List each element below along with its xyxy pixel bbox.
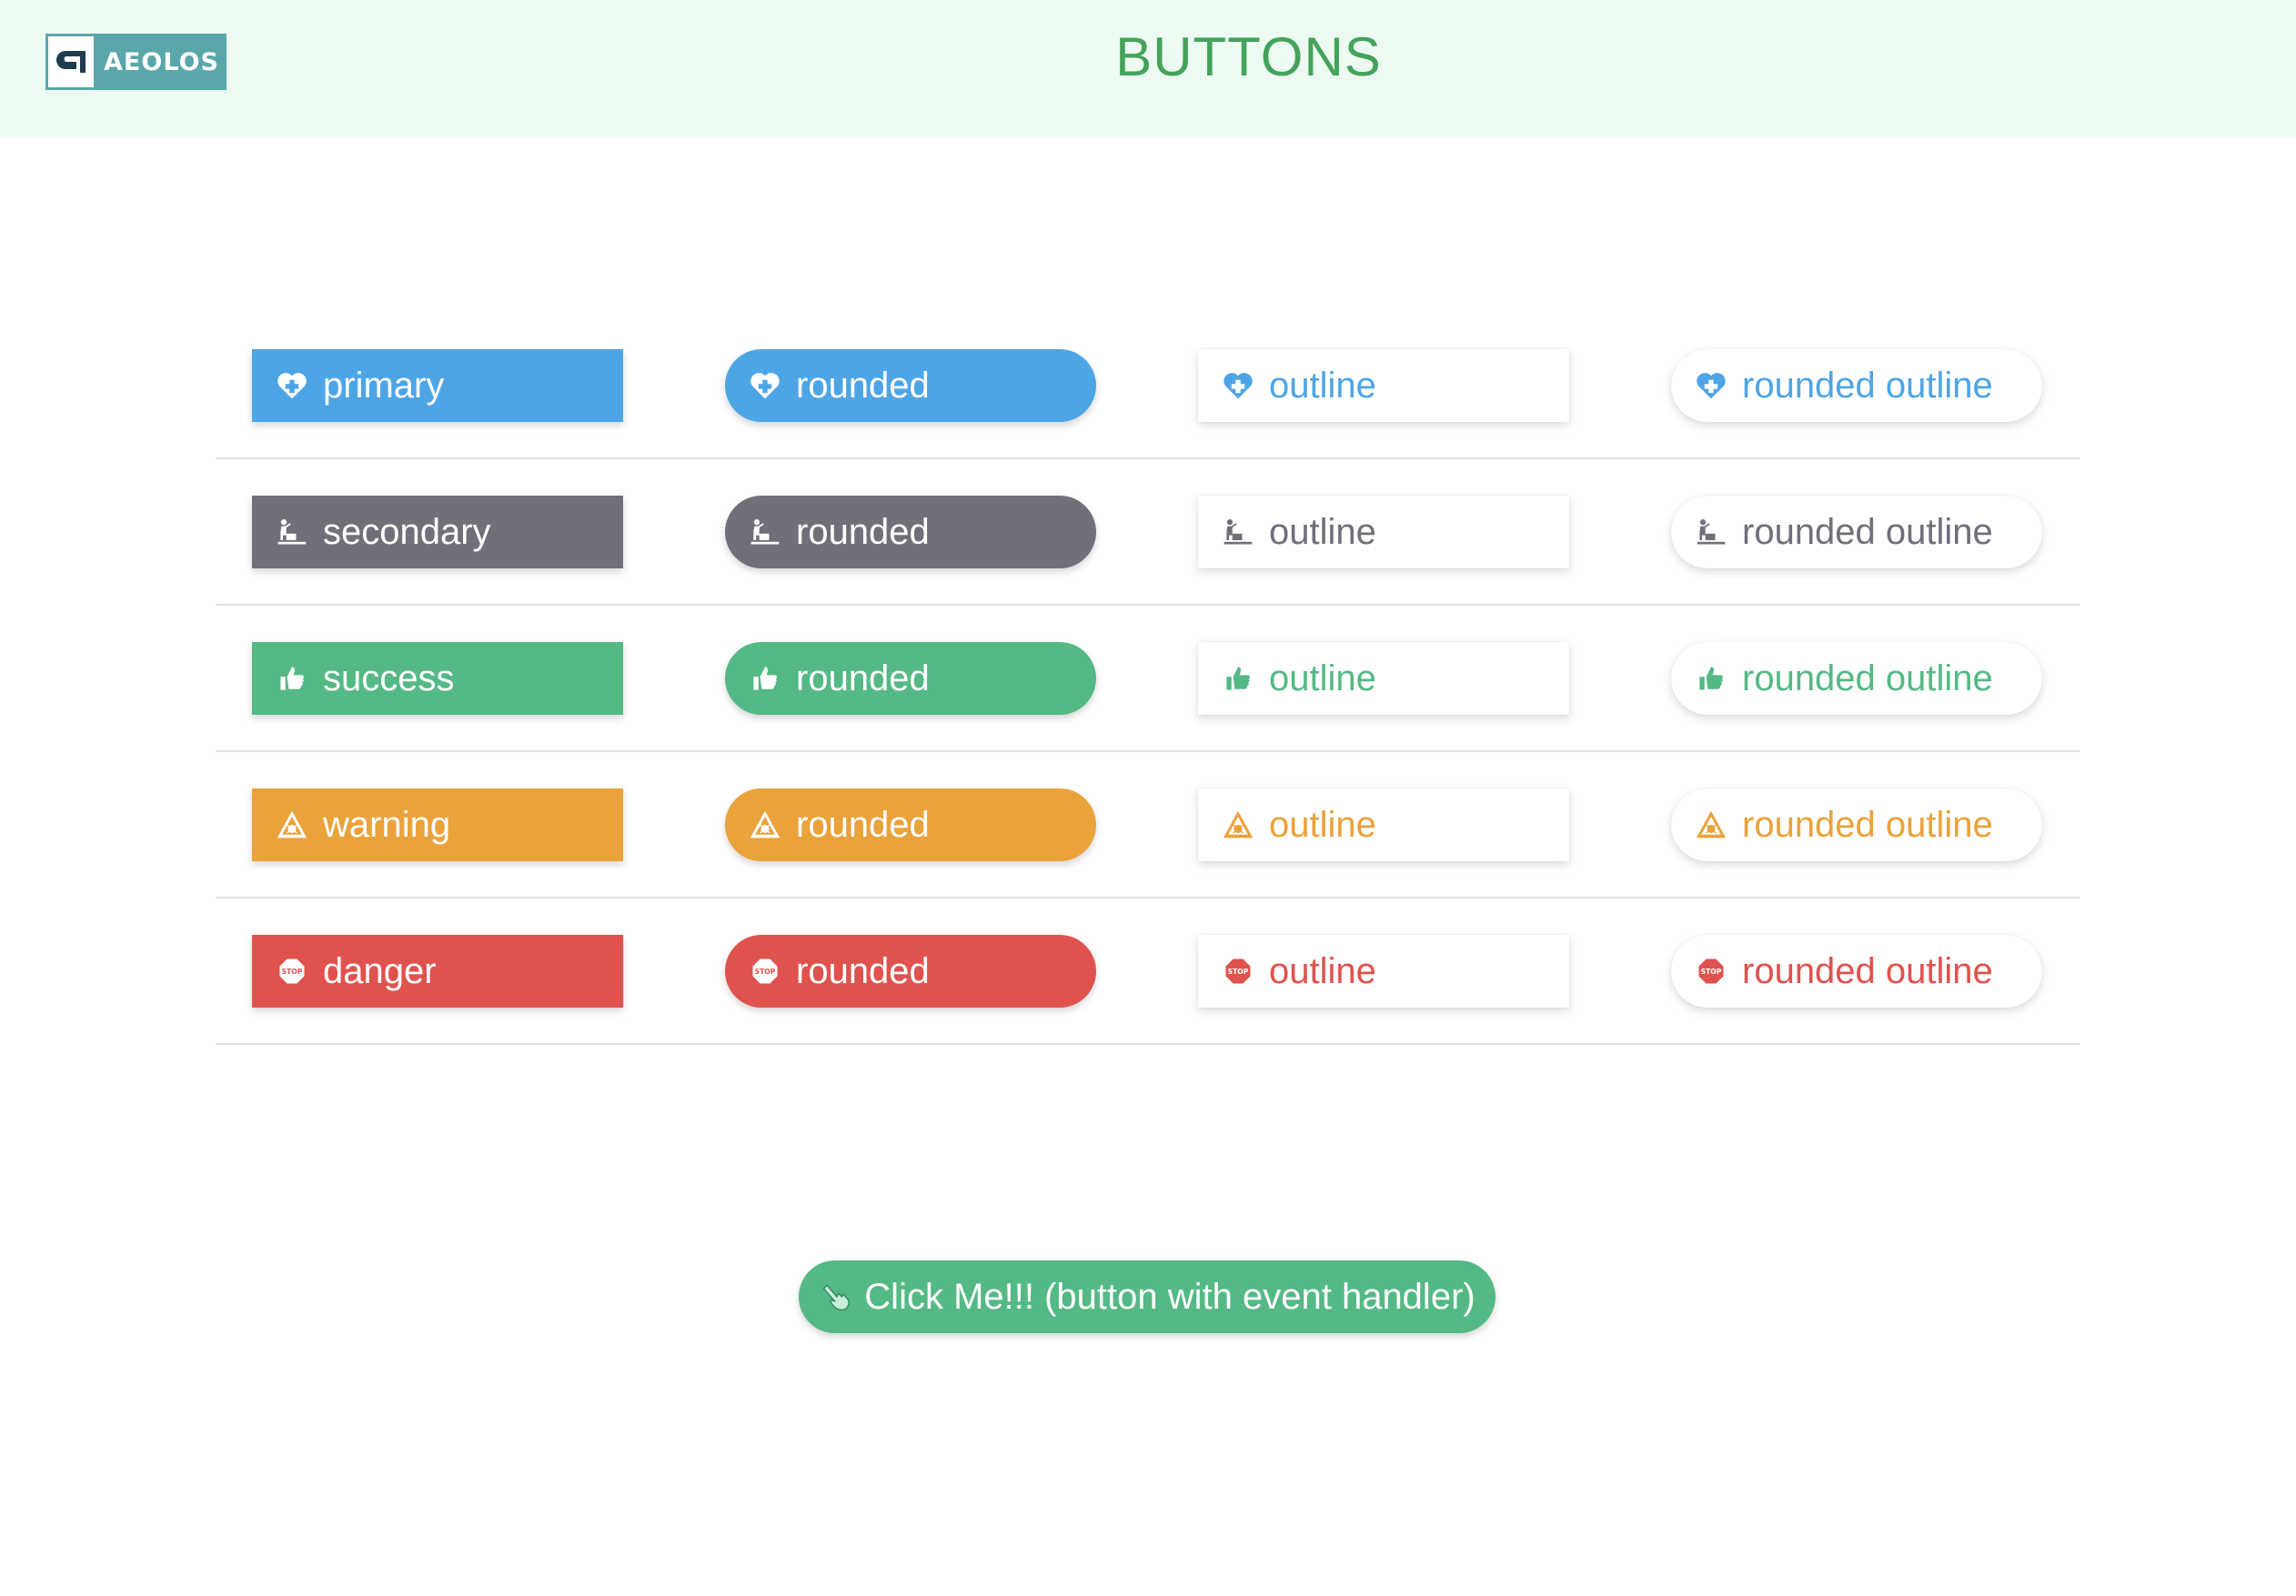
button-row-danger: STOP danger STOP rounded STOP outline STOP roun… (216, 898, 2079, 1045)
button-label: primary (323, 365, 445, 406)
danger-rounded-outline-button[interactable]: STOP rounded outline (1671, 935, 2042, 1008)
danger-outline-button[interactable]: STOP outline (1198, 935, 1569, 1008)
button-label: rounded (796, 950, 930, 991)
stop-sign-icon: STOP (1693, 953, 1729, 989)
button-label: rounded outline (1742, 950, 1993, 991)
svg-text:STOP: STOP (1701, 968, 1722, 976)
button-grid: primary rounded outline rounded outline seco… (216, 313, 2079, 1045)
thumbs-up-icon (274, 660, 310, 697)
svg-text:STOP: STOP (1228, 968, 1249, 976)
button-label: outline (1269, 365, 1376, 406)
button-label: rounded outline (1742, 365, 1993, 406)
button-row-primary: primary rounded outline rounded outline (216, 313, 2079, 459)
page-title: BUTTONS (1115, 26, 1382, 87)
danger-solid-button[interactable]: STOP danger (252, 935, 623, 1008)
button-label: outline (1269, 950, 1376, 991)
primary-rounded-outline-button[interactable]: rounded outline (1671, 349, 2042, 422)
secondary-rounded-outline-button[interactable]: rounded outline (1671, 496, 2042, 568)
success-outline-button[interactable]: outline (1198, 642, 1569, 715)
button-row-secondary: secondary rounded outline rounded outline (216, 459, 2079, 606)
button-label: danger (323, 950, 437, 991)
stop-sign-icon: STOP (274, 953, 310, 989)
desk-worker-icon (1220, 514, 1256, 550)
warning-rounded-outline-button[interactable]: rounded outline (1671, 788, 2042, 861)
click-me-label: Click Me!!! (button with event handler) (864, 1276, 1475, 1317)
primary-rounded-button[interactable]: rounded (725, 349, 1096, 422)
desk-worker-icon (747, 514, 783, 550)
desk-worker-icon (274, 514, 310, 550)
success-rounded-outline-button[interactable]: rounded outline (1671, 642, 2042, 715)
stop-sign-icon: STOP (747, 953, 783, 989)
click-me-button[interactable]: Click Me!!! (button with event handler) (799, 1260, 1495, 1333)
button-label: secondary (323, 511, 491, 552)
page-header: AEOLOS BUTTONS (0, 0, 2296, 137)
thumbs-up-icon (1220, 660, 1256, 697)
danger-rounded-button[interactable]: STOP rounded (725, 935, 1096, 1008)
heart-plus-icon (1220, 367, 1256, 404)
thumbs-up-icon (747, 660, 783, 697)
button-row-success: success rounded outline rounded outline (216, 606, 2079, 752)
button-label: rounded outline (1742, 511, 1993, 552)
button-label: rounded (796, 511, 930, 552)
primary-outline-button[interactable]: outline (1198, 349, 1569, 422)
primary-solid-button[interactable]: primary (252, 349, 623, 422)
warning-triangle-icon (747, 807, 783, 843)
button-label: success (323, 657, 455, 698)
button-label: outline (1269, 657, 1376, 698)
heart-plus-icon (1693, 367, 1729, 404)
stop-sign-icon: STOP (1220, 953, 1256, 989)
secondary-outline-button[interactable]: outline (1198, 496, 1569, 568)
warning-solid-button[interactable]: warning (252, 788, 623, 861)
button-label: rounded outline (1742, 657, 1993, 698)
desk-worker-icon (1693, 514, 1729, 550)
warning-triangle-icon (274, 807, 310, 843)
secondary-rounded-button[interactable]: rounded (725, 496, 1096, 568)
button-label: warning (323, 804, 451, 845)
success-rounded-button[interactable]: rounded (725, 642, 1096, 715)
warning-rounded-button[interactable]: rounded (725, 788, 1096, 861)
success-solid-button[interactable]: success (252, 642, 623, 715)
heart-plus-icon (747, 367, 783, 404)
button-label: rounded (796, 365, 930, 406)
secondary-solid-button[interactable]: secondary (252, 496, 623, 568)
button-label: outline (1269, 511, 1376, 552)
button-label: rounded (796, 657, 930, 698)
button-row-warning: warning rounded outline rounded outline (216, 752, 2079, 898)
button-label: outline (1269, 804, 1376, 845)
warning-outline-button[interactable]: outline (1198, 788, 1569, 861)
thumbs-up-icon (1693, 660, 1729, 697)
button-label: rounded outline (1742, 804, 1993, 845)
svg-text:STOP: STOP (755, 968, 776, 976)
warning-triangle-icon (1220, 807, 1256, 843)
svg-text:STOP: STOP (282, 968, 303, 976)
pointing-hand-icon (819, 1279, 855, 1315)
heart-plus-icon (274, 367, 310, 404)
warning-triangle-icon (1693, 807, 1729, 843)
button-label: rounded (796, 804, 930, 845)
